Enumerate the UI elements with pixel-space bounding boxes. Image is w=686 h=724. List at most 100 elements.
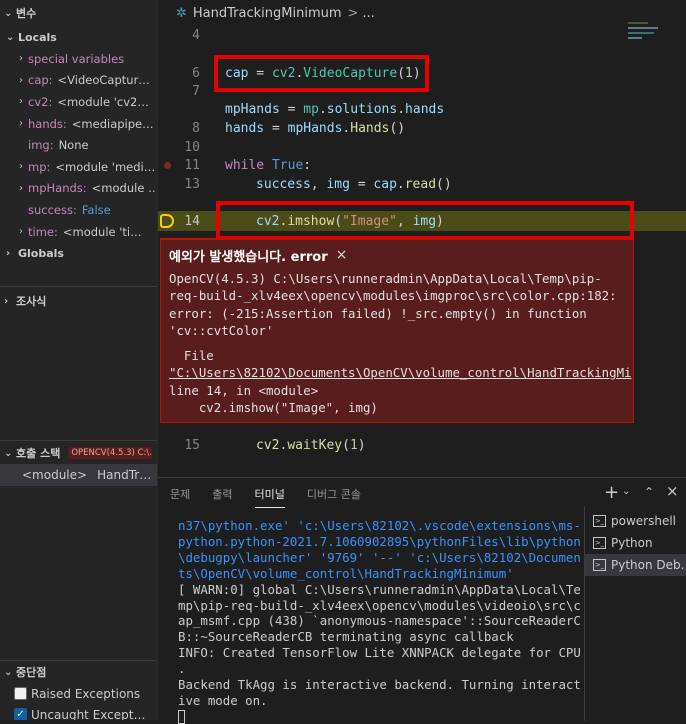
chevron-right-icon: › [6, 247, 11, 259]
globals-scope[interactable]: › Globals [0, 242, 157, 264]
variable-value: False [81, 202, 111, 217]
breakpoint-dot-icon[interactable] [164, 162, 171, 169]
variable-name: cap: [28, 73, 53, 88]
variables-title: 변수 [16, 7, 37, 20]
line-number: 7 [192, 83, 200, 99]
variable-name: mpHands: [28, 181, 87, 196]
tab-debug-console[interactable]: 디버그 콘솔 [307, 478, 361, 508]
raised-exceptions-option[interactable]: Raised Exceptions [0, 683, 157, 704]
panel-tabs: 문제 출력 터미널 디버그 콘솔 + ⌄ ⌃ × [158, 478, 686, 508]
variable-row[interactable]: › mp: <module 'medi… [14, 156, 157, 178]
breakpoint-label: Uncaught Except… [31, 707, 146, 721]
callstack-section-header[interactable]: ⌄ 호출 스택 OPENCV(4.5.3) C:\... [0, 442, 157, 464]
line-number: 8 [192, 120, 200, 136]
callstack-title: 호출 스택 [16, 447, 61, 460]
python-file-icon: ✲ [176, 5, 187, 21]
breakpoints-title: 중단점 [16, 666, 47, 679]
terminal-icon: >_ [593, 559, 606, 571]
chevron-right-icon: › [19, 96, 23, 108]
callstack-frame[interactable]: <module> HandTr… [0, 464, 157, 486]
highlight-box [214, 55, 429, 92]
line-number: 6 [192, 65, 200, 81]
chevron-right-icon: › [19, 161, 23, 173]
breadcrumb: ✲ HandTrackingMinimum > ... [158, 0, 686, 26]
exception-title: 예외가 발생했습니다. error × [169, 247, 348, 265]
locals-title: Locals [18, 30, 57, 44]
watch-title: 조사식 [16, 295, 47, 308]
variable-value: <mediapipe… [71, 116, 154, 131]
variable-value: <module 'cv2… [57, 94, 149, 109]
chevron-right-icon: › [19, 182, 23, 194]
close-panel-icon[interactable]: × [666, 482, 679, 500]
breadcrumb-more[interactable]: ... [362, 6, 374, 21]
variable-row[interactable]: › special variables [14, 48, 157, 70]
exception-widget: 예외가 발생했습니다. error × OpenCV(4.5.3) C:\Use… [160, 238, 634, 423]
code-line-8: 8 hands = mpHands.Hands() [158, 119, 686, 138]
uncaught-exceptions-option[interactable]: ✓ Uncaught Except… [0, 704, 157, 721]
new-terminal-icon[interactable]: + [604, 482, 619, 503]
maximize-panel-icon[interactable]: ⌃ [644, 485, 654, 499]
code-line-11: 11 while True: [158, 156, 686, 175]
variable-value: <VideoCaptur… [57, 73, 150, 88]
exception-file-link[interactable]: "C:\Users\82102\Documents\OpenCV\volume_… [169, 364, 632, 381]
tab-terminal[interactable]: 터미널 [254, 478, 285, 508]
section-divider [0, 286, 157, 287]
section-divider [0, 440, 157, 441]
variable-row[interactable]: success: False [14, 199, 157, 221]
variable-name: special variables [28, 51, 125, 66]
breadcrumb-separator: > [347, 5, 359, 21]
chevron-down-icon: ⌄ [4, 666, 13, 678]
terminal-icon: >_ [593, 537, 606, 549]
breakpoints-section-header[interactable]: ⌄ 중단점 [0, 661, 46, 683]
chevron-down-icon: ⌄ [6, 31, 15, 43]
variable-row[interactable]: img: None [14, 134, 157, 156]
line-number: 15 [184, 437, 200, 453]
variable-row[interactable]: › hands: <mediapipe… [14, 113, 157, 135]
chevron-down-icon[interactable]: ⌄ [622, 486, 630, 497]
chevron-right-icon: › [19, 226, 23, 238]
checkbox-checked[interactable]: ✓ [14, 708, 27, 720]
variable-name: time: [28, 224, 58, 239]
highlight-box [216, 201, 634, 240]
variable-name: success: [28, 202, 77, 217]
locals-scope[interactable]: ⌄ Locals [0, 26, 157, 48]
variable-row[interactable]: › cv2: <module 'cv2… [14, 91, 157, 113]
breakpoints-list: Raised Exceptions ✓ Uncaught Except… [0, 683, 157, 721]
frame-file: HandTr… [97, 468, 152, 482]
chevron-right-icon: › [4, 295, 9, 307]
chevron-down-icon: ⌄ [4, 7, 13, 19]
chevron-right-icon: › [19, 53, 23, 65]
checkbox[interactable] [14, 687, 27, 700]
terminal-item-python-debug[interactable]: >_ Python Deb… [585, 554, 686, 576]
variable-value: <module 'medi… [55, 159, 156, 174]
code-line-13: 13 success, img = cap.read() [158, 175, 686, 194]
variables-section-header[interactable]: ⌄ 변수 [0, 0, 157, 26]
variable-name: mp: [28, 159, 51, 174]
variable-row[interactable]: › mpHands: <module … [14, 178, 157, 200]
variable-row[interactable]: › time: <module 'ti… [14, 221, 157, 243]
terminal-item-powershell[interactable]: >_ powershell [585, 510, 686, 532]
variable-name: hands: [28, 116, 67, 131]
tab-problems[interactable]: 문제 [170, 478, 190, 508]
watch-section-header[interactable]: › 조사식 [0, 290, 46, 312]
terminal-cursor [178, 709, 185, 724]
globals-title: Globals [18, 246, 64, 260]
terminal-item-python[interactable]: >_ Python [585, 532, 686, 554]
chevron-right-icon: › [19, 74, 23, 86]
code-line-7-content: mpHands = mp.solutions.hands [225, 101, 445, 117]
code-line-15: 15 cv2.waitKey(1) [158, 436, 686, 455]
terminal-icon: >_ [593, 515, 606, 527]
frame-name: <module> [22, 468, 88, 482]
variable-row[interactable]: › cap: <VideoCaptur… [14, 70, 157, 92]
breakpoint-label: Raised Exceptions [31, 686, 141, 701]
current-execution-arrow-icon [160, 214, 174, 228]
close-icon[interactable]: × [336, 247, 348, 263]
line-number: 13 [184, 176, 200, 192]
bottom-panel: 문제 출력 터미널 디버그 콘솔 + ⌄ ⌃ × n37\python.exe'… [158, 477, 686, 724]
variable-name: cv2: [28, 94, 53, 109]
chevron-down-icon: ⌄ [4, 447, 13, 459]
breadcrumb-file[interactable]: HandTrackingMinimum [193, 6, 342, 21]
variable-value: <module … [91, 181, 157, 196]
terminal-output[interactable]: n37\python.exe' 'c:\Users\82102\.vscode\… [178, 518, 581, 724]
tab-output[interactable]: 출력 [212, 478, 232, 508]
